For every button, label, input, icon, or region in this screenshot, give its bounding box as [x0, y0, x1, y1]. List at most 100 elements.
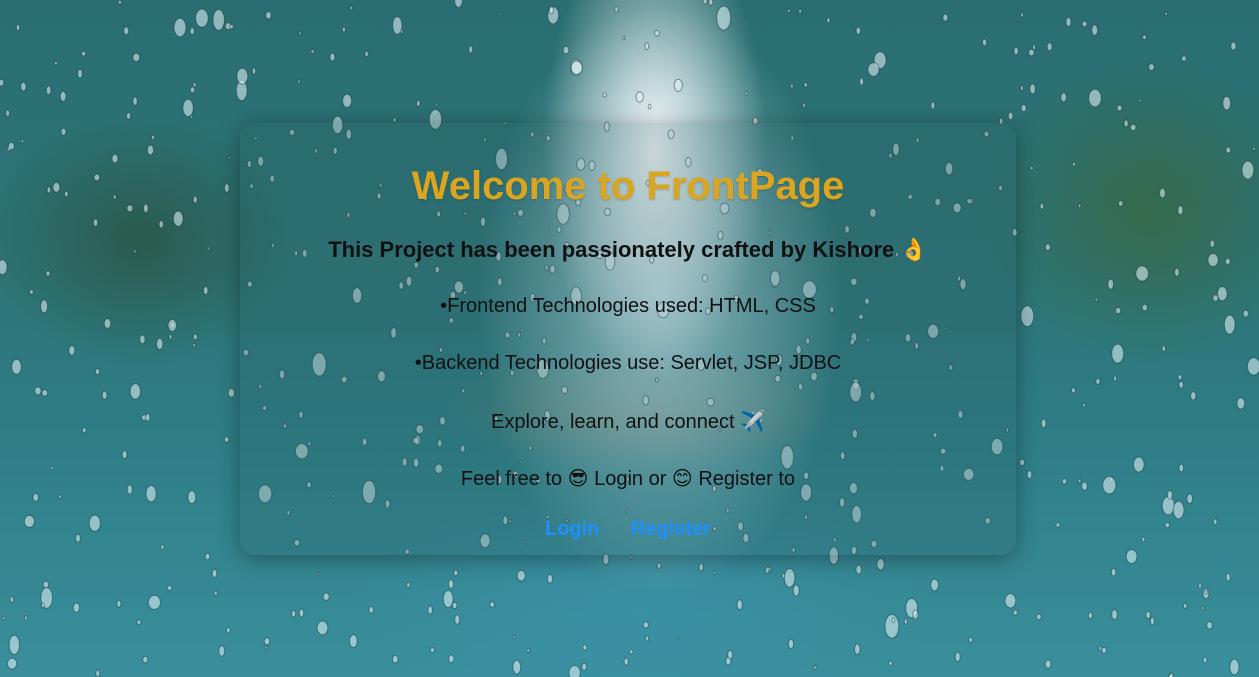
author-credit: This Project has been passionately craft…	[240, 237, 1016, 263]
raindrop	[41, 389, 49, 397]
raindrop	[206, 246, 210, 251]
raindrop	[905, 598, 919, 619]
raindrop	[341, 26, 346, 33]
raindrop	[1166, 490, 1174, 500]
raindrop	[42, 580, 50, 589]
raindrop	[1004, 593, 1017, 609]
raindrop	[310, 49, 315, 54]
raindrop	[903, 618, 908, 625]
raindrop	[111, 153, 119, 164]
raindrop	[349, 634, 358, 648]
raindrop	[826, 17, 831, 24]
raindrop	[930, 101, 936, 110]
raindrop	[884, 613, 900, 639]
raindrop	[6, 146, 12, 152]
raindrop	[1177, 205, 1184, 216]
raindrop	[698, 562, 704, 572]
raindrop	[29, 289, 34, 295]
raindrop	[192, 195, 198, 204]
raindrop	[1039, 202, 1045, 210]
backend-technologies: •Backend Technologies use: Servlet, JSP,…	[414, 352, 842, 374]
raindrop	[192, 343, 197, 348]
raindrop	[547, 6, 560, 25]
raindrop	[298, 31, 302, 36]
raindrop	[1204, 590, 1209, 595]
raindrop	[582, 644, 588, 651]
raindrop	[166, 585, 173, 591]
raindrop	[136, 619, 142, 625]
raindrop	[168, 334, 173, 340]
raindrop	[144, 413, 151, 422]
raindrop	[783, 568, 796, 588]
raindrop	[142, 655, 149, 664]
raindrop	[447, 579, 455, 589]
raindrop	[93, 173, 101, 182]
raindrop	[888, 660, 893, 666]
welcome-card: Welcome to FrontPage This Project has be…	[240, 123, 1016, 555]
raindrop	[45, 85, 52, 95]
raindrop	[1172, 500, 1185, 520]
raindrop	[1055, 522, 1061, 528]
raindrop	[223, 183, 230, 193]
auth-links: Login Register	[240, 518, 1016, 541]
raindrop	[602, 553, 610, 566]
raindrop	[160, 544, 165, 550]
raindrop	[489, 601, 496, 608]
raindrop	[1081, 20, 1088, 28]
raindrop	[45, 270, 51, 277]
sunglasses-face-icon: 😎	[567, 466, 589, 490]
raindrop	[1123, 119, 1129, 128]
raindrop	[1116, 104, 1123, 112]
smiling-face-icon: 😊	[671, 466, 693, 490]
login-link[interactable]: Login	[545, 518, 599, 540]
raindrop	[1148, 63, 1155, 71]
raindrop	[20, 81, 27, 92]
raindrop	[1209, 239, 1216, 248]
raindrop	[1164, 522, 1171, 529]
raindrop	[53, 61, 58, 66]
raindrop	[767, 566, 772, 572]
raindrop	[673, 78, 683, 92]
raindrop	[147, 594, 161, 610]
raindrop	[227, 388, 236, 398]
raindrop	[1212, 518, 1218, 526]
raindrop	[57, 494, 62, 499]
raindrop	[9, 596, 15, 603]
raindrop	[656, 562, 662, 569]
raindrop	[189, 86, 196, 94]
raindrop	[263, 637, 271, 646]
raindrop	[1087, 611, 1094, 620]
raindrop	[876, 557, 885, 571]
raindrop	[635, 91, 644, 103]
register-link[interactable]: Register	[631, 518, 711, 540]
raindrop	[1044, 243, 1051, 252]
raindrop	[1019, 458, 1026, 467]
airplane-icon: ✈️	[740, 409, 765, 433]
raindrop	[265, 11, 272, 20]
raindrop	[1026, 470, 1033, 480]
invite-line: Feel free to 😎 Login or 😊 Register to	[240, 466, 1016, 491]
raindrop	[15, 24, 21, 31]
raindrop	[1206, 621, 1213, 630]
raindrop	[1035, 613, 1042, 621]
raindrop	[1078, 203, 1082, 209]
raindrop	[803, 82, 808, 88]
raindrop	[329, 52, 336, 62]
raindrop	[1225, 146, 1232, 154]
raindrop	[77, 68, 83, 79]
raindrop	[364, 50, 369, 58]
raindrop	[1013, 46, 1019, 56]
raindrop	[570, 60, 584, 75]
raindrop	[1181, 55, 1187, 62]
raindrop	[133, 249, 137, 254]
raindrop	[1230, 41, 1237, 51]
raindrop	[132, 52, 141, 63]
raindrop	[1149, 616, 1156, 626]
raindrop	[451, 601, 458, 610]
raindrop	[981, 38, 988, 47]
raindrop	[75, 533, 81, 543]
raindrop	[1222, 95, 1232, 111]
raindrop	[764, 566, 770, 574]
raindrop	[151, 134, 155, 140]
raindrop	[1168, 672, 1175, 677]
